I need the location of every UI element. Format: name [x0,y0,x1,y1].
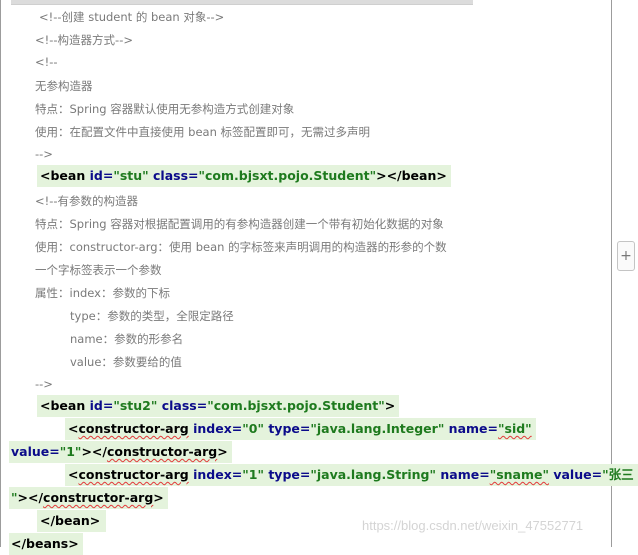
comment-attr-index: 属性：index：参数的下标 [35,286,170,300]
comment-close-2: --> [35,377,53,391]
bean-stu-class-value: "com.bjsxt.pojo.Student" [198,168,377,183]
beans-end-line: </beans> [9,533,83,555]
arg1-type-value: "java.lang.String" [310,467,437,482]
bean-end-line: </bean> [37,510,107,532]
arg1-close: > [153,490,164,505]
arg0-open: < [68,421,79,436]
arg1-name-attr: name= [436,467,490,482]
code-editor: <!--创建 student 的 bean 对象--> <!--构造器方式-->… [0,0,638,555]
comment-close: --> [35,147,53,161]
arg0-value-attr: value= [11,444,60,459]
arg1-close-tag: constructor-arg [43,490,154,505]
comment-noarg-usage: 使用：在配置文件中直接使用 bean 标签配置即可，无需过多声明 [35,125,371,139]
comment-attr-name: name：参数的形参名 [70,332,184,346]
comment-noarg-title: 无参构造器 [35,79,93,93]
constructor-arg-1-line: <constructor-arg index="1" type="java.la… [65,464,638,486]
arg0-name-value: "sid" [498,421,532,436]
bean-stu-id-attr: id= [85,168,114,183]
comment-argctor-usage: 使用：constructor-arg：使用 bean 的字标签来声明调用的构造器… [35,240,447,254]
arg1-index-attr: index= [188,467,243,482]
bean-stu-close-tag: bean [401,168,437,183]
comment-argctor-title: <!--有参数的构造器 [35,194,139,208]
bean-stu2-class-attr: class= [157,398,208,413]
comment-constructor-way: <!--构造器方式--> [35,33,133,47]
bean-stu2-tag: bean [50,398,86,413]
bean-stu2-open: < [40,398,51,413]
arg0-close-tag: constructor-arg [106,444,218,459]
bean-stu-tag: bean [50,168,86,183]
arg0-close: > [217,444,228,459]
bean-stu-class-attr: class= [148,168,199,183]
bean-stu2-line: <bean id="stu2" class="com.bjsxt.pojo.St… [37,395,400,417]
comment-argctor-feature: 特点：Spring 容器对根据配置调用的有参构造器创建一个带有初始化数据的对象 [35,217,444,231]
comment-argctor-one-tag: 一个字标签表示一个参数 [35,263,162,277]
bean-stu2-class-value: "com.bjsxt.pojo.Student" [207,398,385,413]
arg0-end: ></ [81,444,107,459]
bean-stu-id-value: "stu" [113,168,149,183]
bean-stu-close: > [436,168,447,183]
comment-open: <!-- [35,55,58,69]
comment-create-bean: <!--创建 student 的 bean 对象--> [39,10,225,24]
constructor-arg-1-wrap: "></constructor-arg> [9,487,168,509]
bean-stu2-close: > [384,398,396,413]
arg0-index-attr: index= [188,421,243,436]
arg1-name-value: "sname" [489,467,549,482]
arg0-value-value: "1" [59,444,82,459]
top-edge-strip [11,0,473,5]
constructor-arg-0-line: <constructor-arg index="0" type="java.la… [65,418,536,440]
arg1-type-attr: type= [263,467,311,482]
arg0-name-attr: name= [444,421,498,436]
comment-noarg-feature: 特点：Spring 容器默认使用无参构造方式创建对象 [35,102,295,116]
arg0-type-value: "java.lang.Integer" [310,421,445,436]
comment-attr-type: type：参数的类型，全限定路径 [70,309,234,323]
bean-stu-line: <bean id="stu" class="com.bjsxt.pojo.Stu… [37,165,451,187]
arg0-type-attr: type= [263,421,311,436]
constructor-arg-0-wrap: value="1"></constructor-arg> [9,441,232,463]
arg0-index-value: "0" [242,421,264,436]
bean-stu2-id-value: "stu2" [113,398,158,413]
arg1-value-value: "张三 [602,467,634,482]
bean-stu-end: ></ [376,168,402,183]
arg1-open: < [68,467,79,482]
expand-button[interactable]: + [617,241,635,271]
arg1-value-attr: value= [549,467,603,482]
arg1-tag: constructor-arg [78,467,189,482]
arg0-tag: constructor-arg [78,421,189,436]
arg1-index-value: "1" [242,467,264,482]
bean-stu2-id-attr: id= [85,398,114,413]
comment-attr-value: value：参数要给的值 [70,355,182,369]
bean-stu-open: < [40,168,51,183]
arg1-end: ></ [17,490,44,505]
watermark: https://blog.csdn.net/weixin_47552771 [362,518,584,533]
